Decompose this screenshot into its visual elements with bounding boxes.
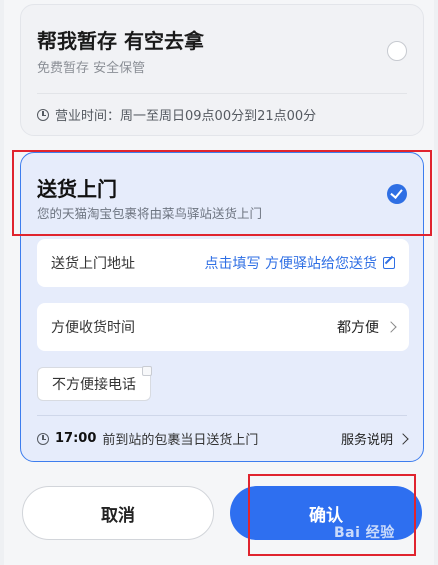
- service-help-text: 服务说明: [340, 433, 393, 448]
- chevron-right-icon: [397, 432, 409, 445]
- edit-icon: [383, 257, 395, 269]
- business-hours-text: 营业时间：周一至周日09点00分到21点00分: [55, 109, 317, 124]
- delivery-time-label: 方便收货时间: [51, 320, 135, 336]
- highlight-box-delivery: [12, 150, 432, 236]
- address-action[interactable]: 点击填写 方便驿站给您送货: [205, 253, 395, 273]
- no-phone-tag[interactable]: 不方便接电话: [37, 366, 152, 401]
- cutoff-text: 前到站的包裹当日送货上门: [102, 433, 259, 448]
- option-store-subtitle: 免费暂存 安全保管: [37, 61, 146, 76]
- option-store-title: 帮我暂存 有空去拿: [37, 29, 204, 53]
- highlight-box-confirm: [248, 474, 416, 556]
- cutoff-time: 17:00: [55, 431, 97, 446]
- tag-corner-icon: [142, 366, 152, 376]
- delivery-time-row[interactable]: 方便收货时间 都方便: [37, 303, 409, 351]
- no-phone-tag-text: 不方便接电话: [52, 377, 136, 393]
- delivery-time-value: 都方便: [337, 320, 379, 336]
- address-row[interactable]: 送货上门地址 点击填写 方便驿站给您送货: [37, 239, 409, 287]
- business-hours: 营业时间：周一至周日09点00分到21点00分: [37, 105, 316, 124]
- address-action-text: 点击填写 方便驿站给您送货: [204, 256, 377, 272]
- cancel-button[interactable]: 取消: [22, 486, 214, 540]
- delivery-footer: 17:00 前到站的包裹当日送货上门 服务说明: [37, 429, 409, 448]
- option-store-radio[interactable]: [387, 41, 407, 61]
- service-help-link[interactable]: 服务说明: [340, 429, 409, 448]
- clock-icon: [37, 108, 49, 121]
- delivery-time-value-wrap: 都方便: [337, 317, 397, 337]
- option-store-card[interactable]: 帮我暂存 有空去拿 免费暂存 安全保管 营业时间：周一至周日09点00分到21点…: [20, 4, 424, 136]
- divider: [37, 93, 407, 94]
- clock-icon: [37, 432, 49, 445]
- address-label: 送货上门地址: [51, 256, 135, 272]
- divider: [37, 415, 407, 416]
- chevron-right-icon: [385, 321, 397, 333]
